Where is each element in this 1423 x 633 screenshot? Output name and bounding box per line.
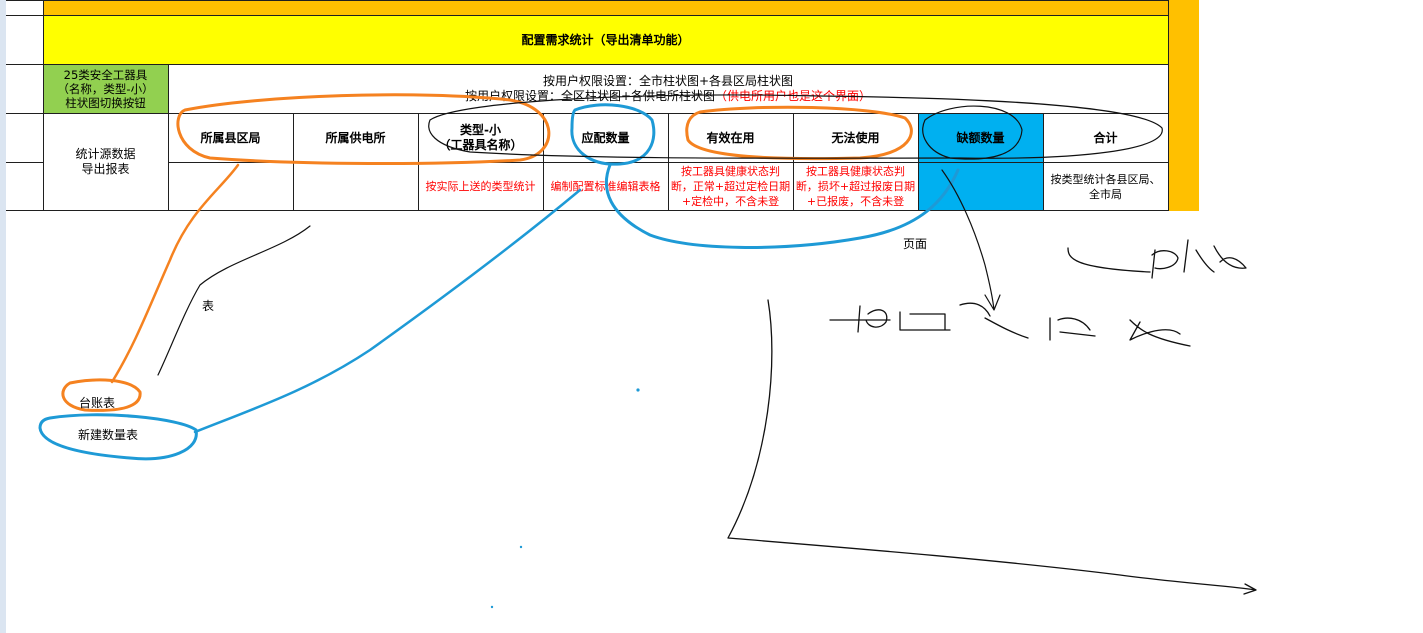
black-arrow-to-page	[941, 169, 1001, 311]
black-line-to-table	[157, 225, 311, 376]
handwritten-annotations	[38, 93, 1257, 609]
new-qty-table-label: 新建数量表	[78, 428, 139, 442]
blue-dot	[636, 388, 640, 392]
black-circle-total	[428, 94, 1163, 159]
orange-line-to-ledger	[110, 163, 240, 384]
black-box-outline	[727, 299, 1257, 595]
blue-circle-required	[570, 103, 656, 166]
blue-line-to-new-table	[193, 188, 582, 434]
blue-dot	[519, 545, 523, 549]
ledger-table-label: 台账表	[79, 396, 116, 410]
black-circle-shortage	[922, 105, 1023, 160]
orange-circle-valid-unusable	[685, 105, 913, 161]
blue-dot	[490, 605, 494, 609]
black-scribble-glyphs	[829, 302, 1191, 347]
page-label: 页面	[903, 237, 928, 251]
black-scribble-topright	[1067, 239, 1247, 279]
table-label: 表	[202, 299, 215, 313]
